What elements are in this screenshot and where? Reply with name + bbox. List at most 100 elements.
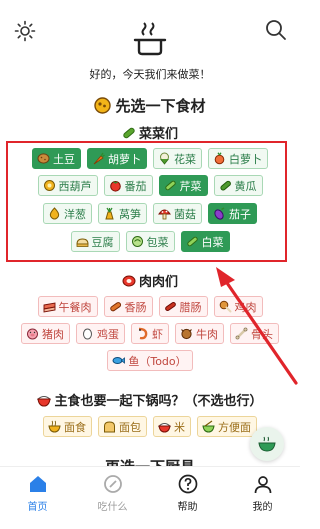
staples-title: 主食也要一起下锅吗？（不选也行） — [0, 390, 300, 409]
ingredient-label: 午餐肉 — [58, 300, 92, 314]
ingredient-chip-mushroom[interactable]: 菌菇 — [153, 203, 202, 224]
staple-chip-instant-noodles[interactable]: 方便面 — [197, 416, 257, 437]
ingredient-chip-beef[interactable]: 牛肉 — [175, 323, 224, 344]
tofu-icon — [75, 238, 89, 247]
dice-icon — [103, 475, 122, 493]
chicken-icon — [219, 300, 231, 313]
vegetables-title-text: 菜菜们 — [138, 127, 178, 142]
greeting-text: 好的，今天我们来做菜！ — [89, 68, 211, 81]
ingredient-chip-carrot[interactable]: 胡萝卜 — [87, 148, 147, 169]
ingredients-bowl-icon — [94, 97, 112, 114]
bread-icon — [104, 421, 115, 433]
ingredient-label: 白菜 — [201, 235, 224, 249]
ingredient-label: 番茄 — [124, 179, 147, 193]
ingredient-chip-bone[interactable]: 骨头 — [230, 323, 279, 344]
ingredient-label: 牛肉 — [196, 327, 218, 341]
home-icon — [29, 476, 46, 492]
cucumber-icon — [219, 180, 231, 191]
ingredient-chip-shrimp[interactable]: 虾 — [131, 323, 169, 344]
ingredient-label: 骨头 — [251, 327, 273, 341]
meat-row-1: 午餐肉 香肠 腊肠 鸡肉 — [0, 296, 300, 317]
onion-icon — [49, 207, 60, 220]
luncheon-meat-icon — [43, 302, 55, 313]
theme-toggle-sun-icon[interactable] — [14, 20, 36, 42]
ingredient-label: 黄瓜 — [234, 179, 257, 193]
ingredient-chip-white-radish[interactable]: 白萝卜 — [208, 148, 268, 169]
ingredient-chip-tofu[interactable]: 豆腐 — [70, 231, 120, 252]
bowl-icon — [258, 436, 276, 452]
vegetable-row-2: 西葫芦 番茄 芹菜 黄瓜 — [0, 175, 300, 196]
ingredient-label: 菌菇 — [174, 207, 196, 221]
ingredient-chip-tomato[interactable]: 番茄 — [103, 175, 153, 196]
ingredient-label: 鸡肉 — [234, 300, 257, 314]
ingredient-label: 茄子 — [229, 207, 251, 221]
staple-chip-bread[interactable]: 面包 — [98, 416, 147, 437]
ingredient-chip-chinese-sausage[interactable]: 腊肠 — [158, 296, 208, 317]
tab-home[interactable]: 首页 — [0, 467, 75, 529]
tab-help[interactable]: 帮助 — [150, 467, 225, 529]
ingredient-label: 豆腐 — [91, 235, 114, 249]
ingredient-chip-zucchini[interactable]: 西葫芦 — [37, 175, 98, 196]
ingredient-chip-cauliflower[interactable]: 花菜 — [153, 148, 202, 169]
meats-title-text: 肉肉们 — [138, 275, 178, 290]
instant-noodles-icon — [202, 420, 215, 433]
search-icon[interactable] — [264, 18, 288, 42]
ingredient-chip-eggplant[interactable]: 茄子 — [208, 203, 257, 224]
ingredient-label: 包菜 — [146, 235, 169, 249]
ingredient-label: 土豆 — [53, 152, 75, 166]
ingredient-label: 腊肠 — [179, 300, 202, 314]
ingredient-label: 白萝卜 — [229, 152, 262, 166]
tomato-icon — [109, 181, 121, 192]
meat-icon — [122, 275, 136, 287]
ingredient-chip-lettuce-stem[interactable]: 莴笋 — [98, 203, 147, 224]
bottom-tab-bar: 首页 吃什么 帮助 我的 — [0, 466, 300, 529]
staple-chip-rice[interactable]: 米 — [153, 416, 191, 437]
noodles-icon — [48, 420, 61, 433]
ingredient-chip-sausage[interactable]: 香肠 — [103, 296, 153, 317]
meat-row-3: 鱼（Todo） — [0, 350, 300, 371]
meat-row-2: 猪肉 鸡蛋 虾 牛肉 骨头 — [0, 323, 300, 344]
lettuce-stem-icon — [105, 207, 114, 220]
rice-bowl-icon — [37, 396, 52, 407]
tab-label: 首页 — [27, 502, 48, 513]
tab-label: 吃什么 — [97, 502, 128, 513]
pork-icon — [27, 328, 38, 340]
ingredient-chip-cucumber[interactable]: 黄瓜 — [213, 175, 263, 196]
ingredient-chip-chicken[interactable]: 鸡肉 — [213, 296, 263, 317]
tab-label: 帮助 — [177, 502, 198, 513]
ingredient-chip-cabbage[interactable]: 包菜 — [125, 231, 175, 252]
tab-what-to-eat[interactable]: 吃什么 — [75, 467, 150, 529]
staple-label: 面食 — [64, 420, 86, 434]
bok-choy-icon — [186, 236, 198, 247]
ingredient-chip-potato[interactable]: 土豆 — [32, 148, 81, 169]
ingredient-chip-pork[interactable]: 猪肉 — [21, 323, 70, 344]
ingredient-label: 莴笋 — [119, 207, 141, 221]
ingredient-chip-bok-choy[interactable]: 白菜 — [180, 231, 230, 252]
tab-me[interactable]: 我的 — [225, 467, 300, 529]
top-bar: 好的，今天我们来做菜！ — [0, 0, 300, 92]
carrot-icon — [93, 152, 105, 165]
ingredient-label: 虾 — [152, 327, 163, 341]
ingredient-label: 芹菜 — [179, 179, 202, 193]
vegetable-row-3: 洋葱 莴笋 菌菇 茄子 — [0, 203, 300, 224]
ingredient-chip-egg[interactable]: 鸡蛋 — [76, 323, 125, 344]
ingredient-chip-fish[interactable]: 鱼（Todo） — [107, 350, 193, 371]
ingredient-label: 鱼（Todo） — [128, 354, 187, 368]
shrimp-icon — [138, 327, 148, 340]
egg-icon — [83, 328, 92, 340]
ingredient-chip-luncheon-meat[interactable]: 午餐肉 — [37, 296, 98, 317]
cucumber-icon — [123, 127, 135, 139]
ingredient-chip-celery[interactable]: 芹菜 — [158, 175, 208, 196]
vegetable-row-4: 豆腐 包菜 白菜 — [0, 231, 300, 252]
ingredient-label: 香肠 — [124, 300, 147, 314]
ingredient-label: 西葫芦 — [58, 179, 92, 193]
help-icon — [178, 474, 197, 494]
user-icon — [254, 476, 271, 494]
staple-label: 面包 — [119, 420, 141, 434]
staple-label: 方便面 — [218, 420, 251, 434]
staple-chip-noodles[interactable]: 面食 — [43, 416, 92, 437]
cooking-pot-icon — [133, 22, 167, 56]
ingredient-label: 洋葱 — [64, 207, 86, 221]
meats-title: 肉肉们 — [0, 271, 300, 290]
ingredient-chip-onion[interactable]: 洋葱 — [43, 203, 92, 224]
